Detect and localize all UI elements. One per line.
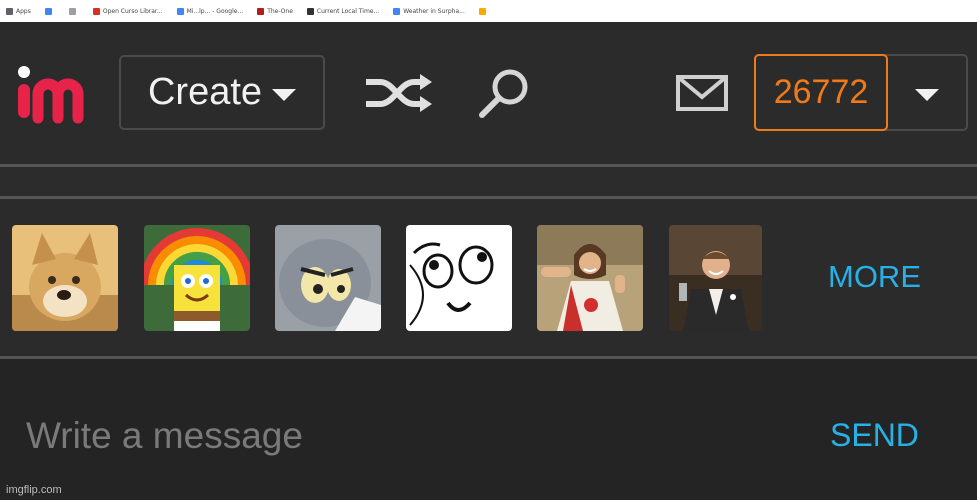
chevron-down-icon xyxy=(915,88,939,101)
tray-divider-top xyxy=(0,196,977,199)
apps-icon xyxy=(6,7,13,15)
logo-dot xyxy=(18,66,30,78)
bookmark-icon xyxy=(257,7,265,15)
bookmark-label: Open Curso Librar... xyxy=(102,7,163,15)
points-value: 26772 xyxy=(773,73,869,111)
chevron-down-icon xyxy=(272,88,297,101)
account-menu: 26772 xyxy=(754,54,968,131)
derp-face-meme-thumb[interactable] xyxy=(406,225,512,331)
bookmark-item[interactable]: Weather in Surpha... xyxy=(393,7,465,15)
header-divider xyxy=(0,164,977,167)
create-button-label: Create xyxy=(147,71,263,113)
search-icon[interactable] xyxy=(478,67,532,121)
bookmark-item[interactable]: Mi...lp... - Google... xyxy=(176,7,244,15)
page-icon xyxy=(68,7,76,15)
bookmark-item[interactable] xyxy=(44,7,55,15)
buddy-christ-image xyxy=(537,225,643,331)
spongebob-imagination-meme-thumb[interactable] xyxy=(144,225,250,331)
google-icon xyxy=(393,7,401,15)
create-button[interactable]: Create xyxy=(119,55,325,130)
leo-image xyxy=(669,225,762,331)
bookmark-icon xyxy=(92,7,100,15)
bookmark-item[interactable]: The-One xyxy=(257,7,293,15)
account-dropdown-button[interactable] xyxy=(888,56,966,129)
bookmark-item[interactable]: Apps xyxy=(6,7,31,15)
shuffle-icon[interactable] xyxy=(364,74,434,112)
doge-meme-thumb[interactable] xyxy=(12,225,118,331)
mail-icon[interactable] xyxy=(676,75,728,111)
bookmark-icon xyxy=(478,7,486,15)
empty-strip xyxy=(0,168,977,197)
google-icon xyxy=(176,7,184,15)
send-button[interactable]: SEND xyxy=(830,417,919,454)
bookmark-item[interactable]: Open Curso Librar... xyxy=(92,7,163,15)
imgflip-logo[interactable] xyxy=(16,64,92,124)
bookmark-label: Mi...lp... - Google... xyxy=(186,7,244,15)
bookmark-item[interactable] xyxy=(68,7,79,15)
points-counter[interactable]: 26772 xyxy=(754,54,888,131)
clock-icon xyxy=(306,7,314,15)
bookmark-item[interactable]: Current Local Time... xyxy=(306,7,380,15)
unsettled-tom-meme-thumb[interactable] xyxy=(275,225,381,331)
bookmark-label: Current Local Time... xyxy=(316,7,380,15)
tom-image xyxy=(275,225,381,331)
google-icon xyxy=(44,7,52,15)
bookmark-label: Weather in Surpha... xyxy=(403,7,465,15)
logo-m xyxy=(32,78,84,124)
more-memes-link[interactable]: MORE xyxy=(828,259,921,295)
laughing-leo-meme-thumb[interactable] xyxy=(669,225,762,331)
buddy-christ-meme-thumb[interactable] xyxy=(537,225,643,331)
spongebob-image xyxy=(144,225,250,331)
doge-image xyxy=(12,225,118,331)
logo-i-stem xyxy=(18,84,30,118)
watermark: imgflip.com xyxy=(6,484,62,496)
bookmark-label: The-One xyxy=(267,7,293,15)
derp-image xyxy=(406,225,512,331)
bookmark-item[interactable] xyxy=(478,7,489,15)
bookmarks-bar: Apps Open Curso Librar... Mi...lp... - Goo… xyxy=(0,0,977,22)
bookmark-label: Apps xyxy=(16,7,31,15)
message-input[interactable] xyxy=(26,410,786,462)
